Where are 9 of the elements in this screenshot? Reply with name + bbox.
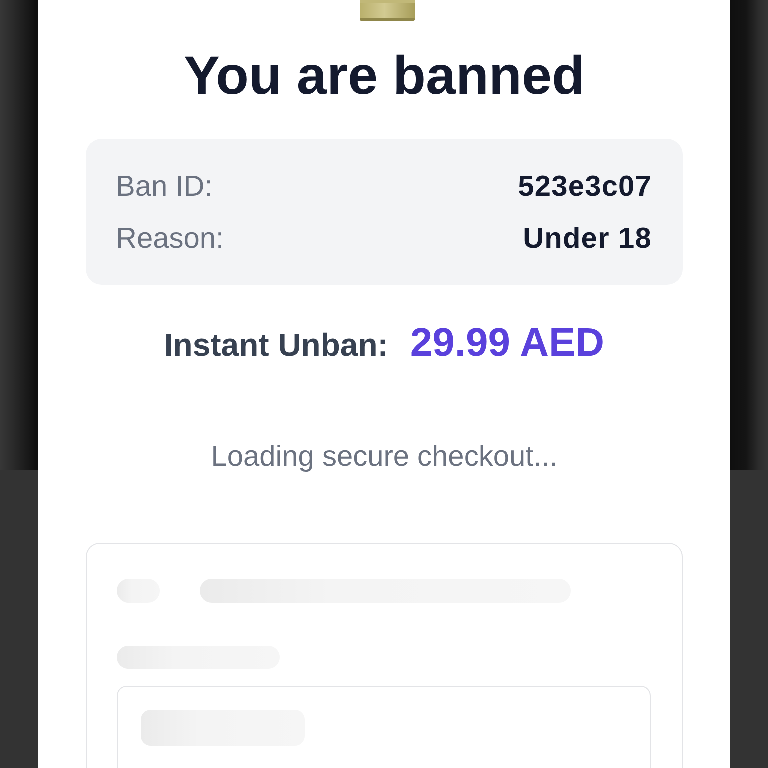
lock-icon <box>360 0 415 21</box>
detail-value: Under 18 <box>523 222 652 257</box>
loading-message: Loading secure checkout... <box>211 440 558 475</box>
detail-value: 523e3c07 <box>518 170 652 205</box>
detail-label: Ban ID: <box>116 170 213 205</box>
offer-price: 29.99 AED <box>410 320 605 367</box>
page-title: You are banned <box>184 45 586 108</box>
offer-label: Instant Unban: <box>164 326 388 365</box>
detail-label: Reason: <box>116 222 224 257</box>
